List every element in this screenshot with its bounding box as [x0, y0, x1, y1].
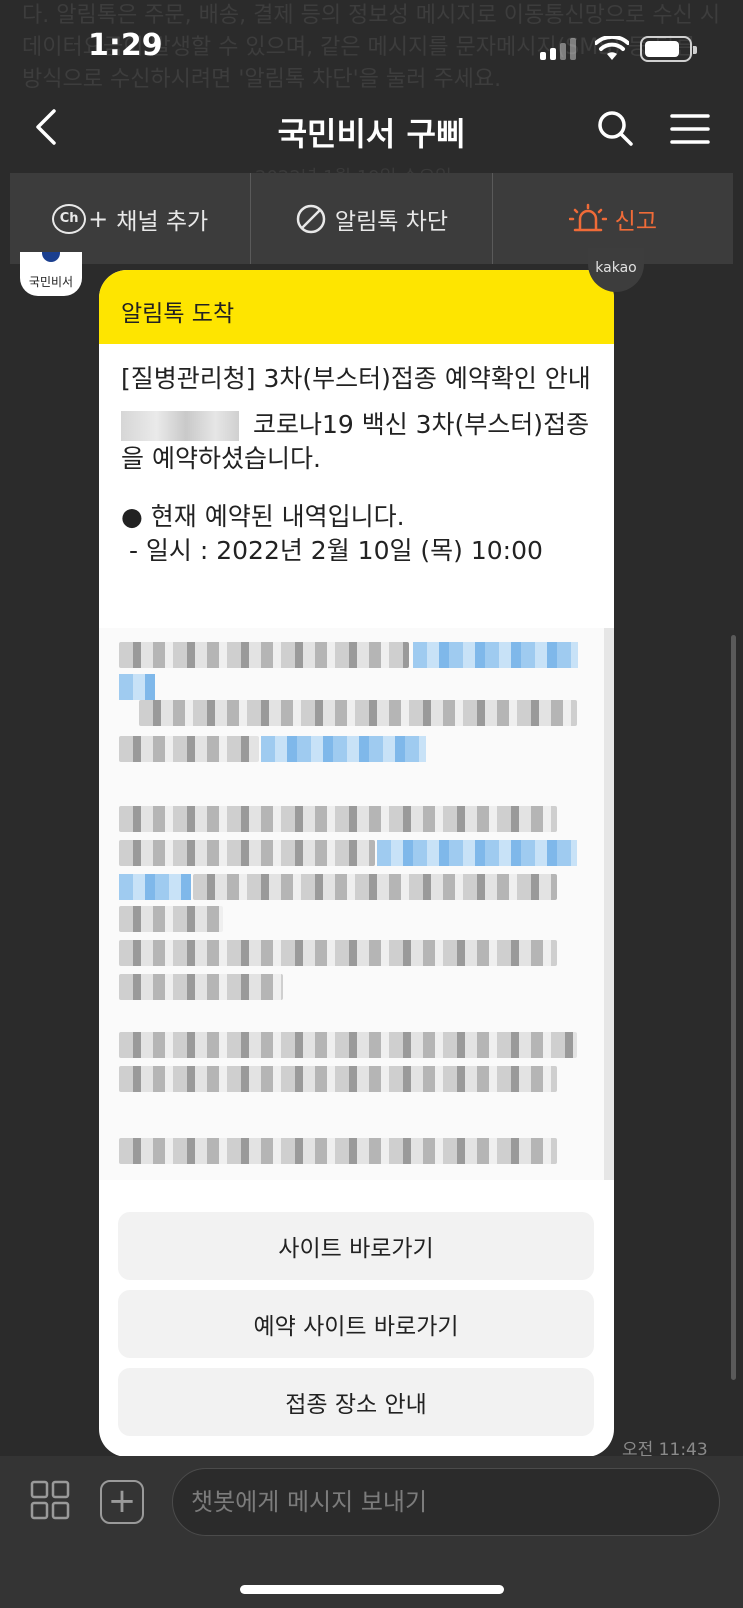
block-icon [296, 204, 326, 233]
message-intro: 코로나19 백신 3차(부스터)접종을 예약하셨습니다. [121, 408, 592, 476]
grid-menu-icon[interactable] [30, 1480, 70, 1520]
site-link-button[interactable]: 사이트 바로가기 [118, 1212, 594, 1280]
battery-icon [640, 36, 697, 62]
attach-plus-icon[interactable]: + [100, 1480, 144, 1524]
alimtalk-message-card: 알림톡 도착 [질병관리청] 3차(부스터)접종 예약확인 안내 코로나19 백… [99, 270, 614, 1457]
government-emblem-icon [42, 252, 60, 262]
report-label: 신고 [614, 208, 657, 235]
siren-icon [568, 203, 607, 231]
block-alimtalk-button[interactable]: 알림톡 차단 [251, 173, 493, 264]
sender-avatar[interactable]: 국민비서 [20, 252, 82, 296]
search-icon[interactable] [596, 109, 634, 147]
block-alimtalk-label: 알림톡 차단 [334, 208, 449, 235]
add-channel-label: 채널 추가 [116, 208, 209, 235]
message-input[interactable] [172, 1468, 720, 1536]
channel-add-icon: Ch [52, 203, 87, 234]
card-header: 알림톡 도착 [99, 270, 614, 344]
redacted-name [121, 411, 239, 441]
add-channel-button[interactable]: Ch + 채널 추가 [10, 173, 252, 264]
chat-header: 국민비서 구삐 [0, 95, 743, 165]
plus-icon: + [88, 204, 109, 233]
redacted-content [99, 628, 614, 1180]
reservation-site-button[interactable]: 예약 사이트 바로가기 [118, 1290, 594, 1358]
sender-avatar-label: 국민비서 [28, 275, 74, 289]
message-composer-bar: + [0, 1456, 743, 1608]
status-bar: 1:29 [0, 0, 743, 95]
message-title: [질병관리청] 3차(부스터)접종 예약확인 안내 [121, 364, 591, 393]
wifi-icon [595, 36, 629, 60]
card-body: [질병관리청] 3차(부스터)접종 예약확인 안내 코로나19 백신 3차(부스… [99, 344, 614, 568]
chat-scrollbar[interactable] [731, 635, 736, 1380]
menu-icon[interactable] [670, 113, 710, 145]
card-scroll-track[interactable] [604, 628, 614, 1180]
cellular-signal-icon [540, 38, 580, 60]
message-date-line: - 일시 : 2022년 2월 10일 (목) 10:00 [121, 536, 543, 565]
home-indicator[interactable] [240, 1585, 504, 1594]
message-section: ● 현재 예약된 내역입니다. [121, 502, 405, 531]
status-time: 1:29 [88, 28, 163, 63]
vaccination-place-button[interactable]: 접종 장소 안내 [118, 1368, 594, 1436]
